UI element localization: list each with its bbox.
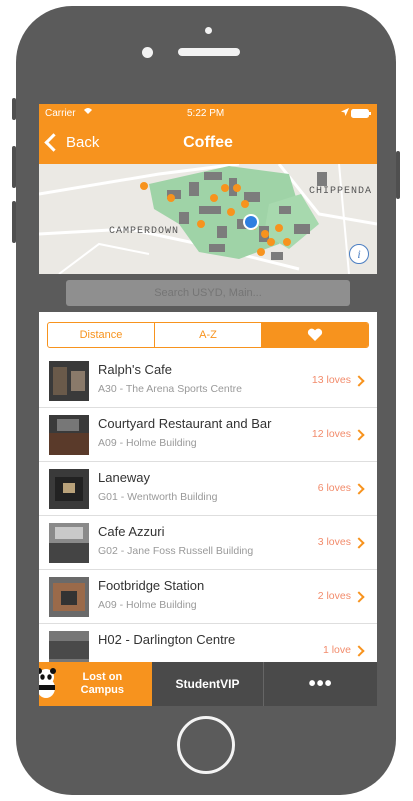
chevron-right-icon [353, 429, 365, 441]
app-screen: Carrier 5:22 PM Back Coffee CHIPPENDA CA… [39, 104, 377, 706]
loves-count: 6 loves [317, 482, 351, 494]
silent-switch [12, 98, 16, 120]
chevron-right-icon [353, 375, 365, 387]
segment-distance[interactable]: Distance [48, 323, 155, 347]
status-bar: Carrier 5:22 PM [39, 104, 377, 124]
heart-icon [307, 328, 323, 342]
cafe-thumbnail [49, 415, 89, 455]
loves-count: 12 loves [311, 428, 351, 440]
location-arrow-icon [341, 108, 349, 119]
tab-lost-label: Lost on Campus [80, 671, 125, 696]
more-dots-icon: ••• [308, 672, 333, 695]
chevron-right-icon [353, 645, 365, 657]
cafe-location: A09 - Holme Building [98, 437, 197, 449]
loves-count: 3 loves [317, 536, 351, 548]
cafe-thumbnail [49, 631, 89, 662]
map-canvas [39, 164, 377, 274]
segment-a-z[interactable]: A-Z [155, 323, 262, 347]
volume-down-button [12, 201, 16, 243]
list-item[interactable]: Ralph's Cafe A30 - The Arena Sports Cent… [39, 354, 377, 408]
chevron-right-icon [353, 537, 365, 549]
cafe-location: A30 - The Arena Sports Centre [98, 383, 242, 395]
battery-icon [351, 109, 371, 121]
tab-lost-on-campus[interactable]: Lost on Campus [39, 662, 152, 706]
volume-up-button [12, 146, 16, 188]
map-label-camperdown: CAMPERDOWN [109, 226, 180, 237]
list-item[interactable]: Footbridge Station A09 - Holme Building … [39, 570, 377, 624]
list-item[interactable]: Laneway G01 - Wentworth Building 6 loves [39, 462, 377, 516]
tab-more[interactable]: ••• [264, 662, 377, 706]
loves-count: 13 loves [311, 374, 351, 386]
cafe-location: G01 - Wentworth Building [98, 491, 218, 503]
chevron-right-icon [353, 483, 365, 495]
tab-studentvip-label: StudentVIP [175, 677, 240, 691]
tab-studentvip[interactable]: StudentVIP [151, 662, 265, 706]
cafe-location: A09 - Holme Building [98, 599, 197, 611]
cafe-thumbnail [49, 361, 89, 401]
cafe-name: Cafe Azzuri [98, 524, 165, 539]
info-icon[interactable]: i [349, 244, 369, 264]
wifi-icon [83, 107, 93, 118]
cafe-thumbnail [49, 523, 89, 563]
search-input[interactable] [66, 280, 350, 306]
sort-segmented-control: Distance A-Z [47, 322, 369, 348]
earpiece-speaker [178, 48, 240, 56]
cafe-name: Courtyard Restaurant and Bar [98, 416, 272, 431]
front-camera [142, 47, 153, 58]
segment-favourites[interactable] [262, 323, 368, 347]
list-item[interactable]: Courtyard Restaurant and Bar A09 - Holme… [39, 408, 377, 462]
cafe-location: G02 - Jane Foss Russell Building [98, 545, 254, 557]
home-button[interactable] [177, 716, 235, 774]
cafe-thumbnail [49, 577, 89, 617]
cafe-list: Ralph's Cafe A30 - The Arena Sports Cent… [39, 354, 377, 662]
list-item[interactable]: Cafe Azzuri G02 - Jane Foss Russell Buil… [39, 516, 377, 570]
cafe-thumbnail [49, 469, 89, 509]
navigation-bar: Back Coffee [39, 124, 377, 164]
loves-count: 2 loves [317, 590, 351, 602]
cafe-name: H02 - Darlington Centre [98, 632, 236, 647]
loves-count: 1 love [322, 644, 351, 656]
status-time: 5:22 PM [187, 108, 225, 119]
panda-mascot-icon [39, 668, 56, 698]
search-bar [39, 274, 377, 312]
cafe-name: Footbridge Station [98, 578, 205, 593]
carrier-label: Carrier [45, 108, 76, 119]
chevron-right-icon [353, 591, 365, 603]
proximity-sensor [205, 27, 212, 34]
power-button [396, 151, 400, 199]
campus-map[interactable]: CHIPPENDA CAMPERDOWN i [39, 164, 377, 274]
tab-bar: Lost on Campus StudentVIP ••• [39, 662, 377, 706]
page-title: Coffee [183, 134, 233, 151]
cafe-name: Laneway [98, 470, 151, 485]
cafe-name: Ralph's Cafe [98, 362, 173, 377]
map-label-chippendale: CHIPPENDA [309, 186, 373, 197]
list-item[interactable]: H02 - Darlington Centre 1 love [39, 624, 377, 662]
